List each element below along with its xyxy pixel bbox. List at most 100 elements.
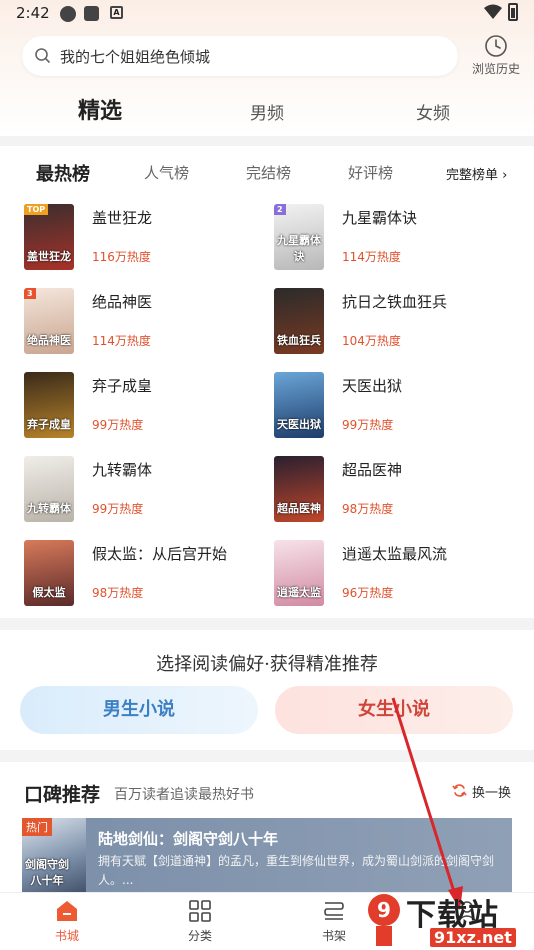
book-heat: 96万热度 <box>342 586 394 600</box>
book-heat: 114万热度 <box>342 250 401 264</box>
ranking-book-item[interactable]: 盖世狂龙 TOP 盖世狂龙 116万热度 <box>24 204 274 270</box>
tab-male[interactable]: 男频 <box>250 99 284 124</box>
book-cover: 九转霸体 <box>24 456 74 522</box>
book-cover: 弃子成皇 <box>24 372 74 438</box>
preference-section: 选择阅读偏好·获得精准推荐 男生小说 女生小说 <box>0 630 534 750</box>
book-cover-title: 假太监 <box>32 586 66 599</box>
ranking-book-item[interactable]: 铁血狂兵 抗日之铁血狂兵 104万热度 <box>274 288 524 354</box>
book-heat: 114万热度 <box>92 334 151 348</box>
book-cover: 九星霸体诀 2 <box>274 204 324 270</box>
book-title: 弃子成皇 <box>92 377 153 395</box>
search-text: 我的七个姐姐绝色倾城 <box>60 48 211 66</box>
book-cover-title: 超品医神 <box>277 502 321 515</box>
book-cover-title: 盖世狂龙 <box>27 250 71 263</box>
search-input[interactable]: 我的七个姐姐绝色倾城 <box>22 36 458 76</box>
refresh-label: 换一换 <box>472 786 512 801</box>
book-title: 九转霸体 <box>92 461 153 479</box>
ranking-book-item[interactable]: 超品医神 超品医神 98万热度 <box>274 456 524 522</box>
recommend-section: 口碑推荐 百万读者追读最热好书 换一换 剑阁守剑八十年 热门 陆地剑仙：剑阁守剑… <box>0 762 534 892</box>
book-heat: 99万热度 <box>92 418 144 432</box>
rank-tab-rated[interactable]: 好评榜 <box>348 162 393 183</box>
clock-icon <box>485 35 507 57</box>
recommend-book-title: 陆地剑仙：剑阁守剑八十年 <box>98 830 279 848</box>
history-label: 浏览历史 <box>471 62 520 76</box>
book-cover-title: 铁血狂兵 <box>277 334 321 347</box>
ranking-book-item[interactable]: 弃子成皇 弃子成皇 99万热度 <box>24 372 274 438</box>
a-icon: A <box>110 6 123 19</box>
home-icon <box>57 901 77 921</box>
grid-icon <box>189 900 211 922</box>
hot-tag: 热门 <box>22 818 52 836</box>
recommend-subtitle: 百万读者追读最热好书 <box>114 787 254 803</box>
book-cover-title: 九转霸体 <box>27 502 71 515</box>
watermark-url: 91xz.net <box>430 928 516 947</box>
book-title: 假太监：从后宫开始 <box>92 545 228 563</box>
tab-female[interactable]: 女频 <box>416 99 450 124</box>
rank-tab-popular[interactable]: 人气榜 <box>144 162 189 183</box>
ranking-book-item[interactable]: 逍遥太监 逍遥太监最风流 96万热度 <box>274 540 524 606</box>
app-notification-icon <box>84 6 99 21</box>
status-bar: 2:42 A <box>0 0 534 30</box>
rank-tab-hottest[interactable]: 最热榜 <box>36 160 90 186</box>
recommend-cover-title: 剑阁守剑八十年 <box>25 858 69 887</box>
book-title: 抗日之铁血狂兵 <box>342 293 448 311</box>
refresh-icon <box>452 784 467 797</box>
book-heat: 116万热度 <box>92 250 151 264</box>
recommend-book-card[interactable]: 剑阁守剑八十年 热门 陆地剑仙：剑阁守剑八十年 拥有天赋【剑道通神】的孟凡，重生… <box>22 818 512 892</box>
rank-badge: 2 <box>274 204 286 215</box>
book-cover: 超品医神 <box>274 456 324 522</box>
book-cover: 铁血狂兵 <box>274 288 324 354</box>
nav-category-label: 分类 <box>187 929 212 943</box>
status-time: 2:42 <box>16 4 50 22</box>
watermark-logo-icon: 9 <box>368 894 400 946</box>
ranking-book-item[interactable]: 假太监 假太监：从后宫开始 98万热度 <box>24 540 274 606</box>
book-cover-title: 绝品神医 <box>27 334 71 347</box>
search-icon <box>35 48 50 63</box>
rank-tab-finished[interactable]: 完结榜 <box>246 162 291 183</box>
book-title: 九星霸体诀 <box>342 209 418 227</box>
book-cover-title: 九星霸体诀 <box>277 234 321 263</box>
book-cover: 天医出狱 <box>274 372 324 438</box>
book-cover: 绝品神医 3 <box>24 288 74 354</box>
book-title: 盖世狂龙 <box>92 209 153 227</box>
recommend-book-description: 拥有天赋【剑道通神】的孟凡，重生到修仙世界，成为蜀山剑派的剑阁守剑人。... <box>98 854 495 887</box>
book-cover-title: 弃子成皇 <box>27 418 71 431</box>
nav-category[interactable]: 分类 <box>160 899 240 944</box>
female-novel-button[interactable]: 女生小说 <box>275 686 513 734</box>
book-title: 超品医神 <box>342 461 403 479</box>
book-cover-title: 天医出狱 <box>277 418 321 431</box>
rank-badge: TOP <box>24 204 49 215</box>
rank-badge: 3 <box>24 288 36 299</box>
book-cover: 盖世狂龙 TOP <box>24 204 74 270</box>
tab-featured[interactable]: 精选 <box>78 93 122 125</box>
book-title: 绝品神医 <box>92 293 153 311</box>
nav-bookstore[interactable]: 书城 <box>27 899 107 944</box>
book-title: 逍遥太监最风流 <box>342 545 448 563</box>
book-heat: 99万热度 <box>342 418 394 432</box>
book-heat: 98万热度 <box>92 586 144 600</box>
wifi-icon <box>484 4 502 19</box>
notification-icon <box>60 6 76 22</box>
watermark: 9 下载站 91xz.net <box>362 888 534 950</box>
full-ranking-link[interactable]: 完整榜单 › <box>446 164 507 183</box>
ranking-book-item[interactable]: 天医出狱 天医出狱 99万热度 <box>274 372 524 438</box>
book-heat: 98万热度 <box>342 502 394 516</box>
bookshelf-icon <box>324 902 344 920</box>
ranking-book-item[interactable]: 绝品神医 3 绝品神医 114万热度 <box>24 288 274 354</box>
ranking-book-item[interactable]: 九星霸体诀 2 九星霸体诀 114万热度 <box>274 204 524 270</box>
book-heat: 104万热度 <box>342 334 401 348</box>
book-cover: 假太监 <box>24 540 74 606</box>
book-cover: 逍遥太监 <box>274 540 324 606</box>
preference-title: 选择阅读偏好·获得精准推荐 <box>156 654 378 675</box>
book-title: 天医出狱 <box>342 377 403 395</box>
ranking-section: 最热榜 人气榜 完结榜 好评榜 完整榜单 › 盖世狂龙 TOP 盖世狂龙 116万热度… <box>0 146 534 618</box>
ranking-book-item[interactable]: 九转霸体 九转霸体 99万热度 <box>24 456 274 522</box>
battery-icon <box>508 3 518 21</box>
recommend-title: 口碑推荐 <box>24 784 101 806</box>
male-novel-button[interactable]: 男生小说 <box>20 686 258 734</box>
history-button[interactable]: 浏览历史 <box>466 34 526 80</box>
nav-bookstore-label: 书城 <box>54 929 79 943</box>
svg-text:9: 9 <box>377 898 391 922</box>
book-heat: 99万热度 <box>92 502 144 516</box>
book-cover-title: 逍遥太监 <box>277 586 321 599</box>
